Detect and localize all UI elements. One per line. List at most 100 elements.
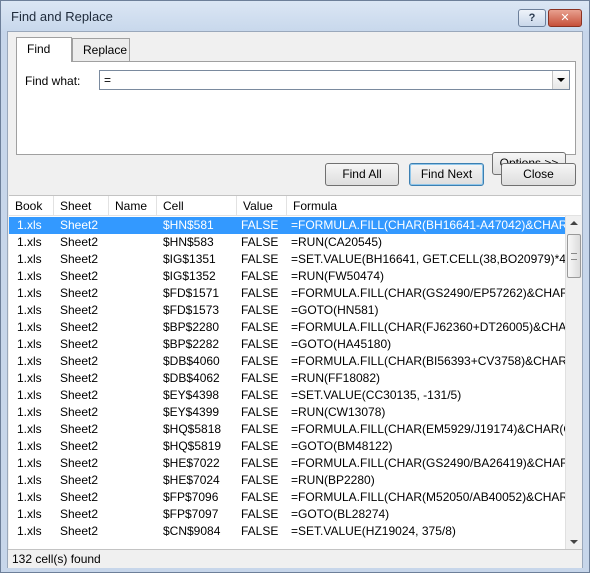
table-row[interactable]: 1.xls Sheet2 $FD$1571 FALSE =FORMULA.FILL(CH…	[9, 285, 565, 302]
window-close-button[interactable]: ✕	[548, 9, 582, 27]
table-row[interactable]: 1.xls Sheet2 $HE$7022 FALSE =FORMULA.FILL(CH…	[9, 455, 565, 472]
result-formula: =GOTO(HA45180)	[291, 337, 392, 351]
result-cell: $FP$7096	[163, 490, 219, 504]
result-name	[115, 336, 161, 353]
result-name	[115, 455, 161, 472]
table-row[interactable]: 1.xls Sheet2 $IG$1351 FALSE =SET.VALUE(BH166…	[9, 251, 565, 268]
column-header-value[interactable]: Value	[237, 196, 287, 216]
tab-find[interactable]: Find	[16, 37, 72, 62]
table-row[interactable]: 1.xls Sheet2 $EY$4399 FALSE =RUN(CW13078)	[9, 404, 565, 421]
table-row[interactable]: 1.xls Sheet2 $HE$7024 FALSE =RUN(BP2280)	[9, 472, 565, 489]
result-cell: $HQ$5818	[163, 422, 222, 436]
result-value: FALSE	[241, 252, 279, 266]
result-name	[115, 438, 161, 455]
result-value: FALSE	[241, 354, 279, 368]
table-row[interactable]: 1.xls Sheet2 $HQ$5818 FALSE =FORMULA.FILL(CH…	[9, 421, 565, 438]
result-formula: =RUN(BP2280)	[291, 473, 375, 487]
result-value: FALSE	[241, 456, 279, 470]
scroll-up-arrow-icon[interactable]	[566, 216, 582, 232]
result-formula: =FORMULA.FILL(CHAR(BH16641-A47042)&CHAR(…	[291, 218, 565, 232]
find-what-input[interactable]: =	[99, 70, 570, 90]
table-row[interactable]: 1.xls Sheet2 $DB$4062 FALSE =RUN(FF18082)	[9, 370, 565, 387]
column-header-formula[interactable]: Formula	[287, 196, 565, 216]
column-header-sheet[interactable]: Sheet	[54, 196, 109, 216]
result-formula: =FORMULA.FILL(CHAR(FJ62360+DT26005)&CHAR…	[291, 320, 565, 334]
table-row[interactable]: 1.xls Sheet2 $DB$4060 FALSE =FORMULA.FILL(CH…	[9, 353, 565, 370]
result-formula: =FORMULA.FILL(CHAR(M52050/AB40052)&CHAR(…	[291, 490, 565, 504]
table-row[interactable]: 1.xls Sheet2 $IG$1352 FALSE =RUN(FW50474)	[9, 268, 565, 285]
table-row[interactable]: 1.xls Sheet2 $FP$7096 FALSE =FORMULA.FILL(CH…	[9, 489, 565, 506]
column-header-name[interactable]: Name	[109, 196, 157, 216]
result-book: 1.xls	[17, 286, 42, 300]
result-book: 1.xls	[17, 405, 42, 419]
table-row[interactable]: 1.xls Sheet2 $HQ$5819 FALSE =GOTO(BM48122)	[9, 438, 565, 455]
column-header-book[interactable]: Book	[9, 196, 54, 216]
result-cell: $IG$1351	[163, 252, 216, 266]
result-formula: =FORMULA.FILL(CHAR(BI56393+CV3758)&CHAR(…	[291, 354, 565, 368]
result-cell: $HE$7024	[163, 473, 220, 487]
result-cell: $HN$581	[163, 218, 214, 232]
result-sheet: Sheet2	[60, 439, 99, 453]
result-value: FALSE	[241, 439, 279, 453]
result-cell: $CN$9084	[163, 524, 221, 538]
result-sheet: Sheet2	[60, 422, 99, 436]
result-cell: $BP$2282	[163, 337, 220, 351]
tab-replace[interactable]: Replace	[72, 38, 130, 61]
dialog-title: Find and Replace	[11, 9, 113, 24]
result-name	[115, 217, 161, 234]
result-formula: =GOTO(HN581)	[291, 303, 379, 317]
results-list: Book Sheet Name Cell Value Formula 1.xls…	[9, 195, 582, 550]
result-name	[115, 472, 161, 489]
result-book: 1.xls	[17, 337, 42, 351]
result-formula: =FORMULA.FILL(CHAR(GS2490/BA26419)&CHAR(…	[291, 456, 565, 470]
result-formula: =RUN(CW13078)	[291, 405, 386, 419]
result-cell: $IG$1352	[163, 269, 216, 283]
scroll-thumb[interactable]	[567, 234, 581, 278]
find-tab-panel: Find what: = Options >>	[16, 61, 576, 175]
table-row[interactable]: 1.xls Sheet2 $EY$4398 FALSE =SET.VALUE(CC301…	[9, 387, 565, 404]
table-row[interactable]: 1.xls Sheet2 $FP$7097 FALSE =GOTO(BL28274)	[9, 506, 565, 523]
result-value: FALSE	[241, 473, 279, 487]
result-cell: $HN$583	[163, 235, 214, 249]
result-value: FALSE	[241, 320, 279, 334]
result-sheet: Sheet2	[60, 473, 99, 487]
result-value: FALSE	[241, 371, 279, 385]
find-replace-dialog: Find and Replace ? ✕ Find Replace Find w…	[0, 0, 590, 573]
table-row[interactable]: 1.xls Sheet2 $BP$2280 FALSE =FORMULA.FILL(CH…	[9, 319, 565, 336]
column-header-cell[interactable]: Cell	[157, 196, 237, 216]
result-value: FALSE	[241, 269, 279, 283]
result-value: FALSE	[241, 490, 279, 504]
result-cell: $EY$4399	[163, 405, 220, 419]
find-history-dropdown-button[interactable]	[552, 71, 569, 89]
result-sheet: Sheet2	[60, 490, 99, 504]
table-row[interactable]: 1.xls Sheet2 $FD$1573 FALSE =GOTO(HN581)	[9, 302, 565, 319]
result-formula: =RUN(FF18082)	[291, 371, 381, 385]
result-formula: =FORMULA.FILL(CHAR(GS2490/EP57262)&CHAR(…	[291, 286, 565, 300]
find-next-button[interactable]: Find Next	[409, 163, 484, 186]
table-row[interactable]: 1.xls Sheet2 $CN$9084 FALSE =SET.VALUE(HZ190…	[9, 523, 565, 540]
result-cell: $HQ$5819	[163, 439, 222, 453]
scroll-down-arrow-icon[interactable]	[566, 534, 582, 550]
close-button[interactable]: Close	[501, 163, 576, 186]
result-name	[115, 268, 161, 285]
result-formula: =SET.VALUE(HZ19024, 375/8)	[291, 524, 456, 538]
table-row[interactable]: 1.xls Sheet2 $BP$2282 FALSE =GOTO(HA45180)	[9, 336, 565, 353]
result-sheet: Sheet2	[60, 371, 99, 385]
result-sheet: Sheet2	[60, 303, 99, 317]
result-cell: $EY$4398	[163, 388, 220, 402]
result-book: 1.xls	[17, 490, 42, 504]
result-value: FALSE	[241, 388, 279, 402]
dialog-body: Find Replace Find what: = Options >> Fin…	[7, 31, 583, 568]
help-button[interactable]: ?	[518, 9, 546, 27]
result-book: 1.xls	[17, 320, 42, 334]
result-value: FALSE	[241, 524, 279, 538]
result-formula: =SET.VALUE(CC30135, -131/5)	[291, 388, 462, 402]
table-row[interactable]: 1.xls Sheet2 $HN$583 FALSE =RUN(CA20545)	[9, 234, 565, 251]
find-what-label: Find what:	[25, 74, 81, 88]
result-cell: $BP$2280	[163, 320, 220, 334]
table-row[interactable]: 1.xls Sheet2 $HN$581 FALSE =FORMULA.FILL(CHA…	[9, 217, 565, 234]
results-scrollbar[interactable]	[565, 216, 582, 550]
results-rows: 1.xls Sheet2 $HN$581 FALSE =FORMULA.FILL(CHA…	[9, 217, 565, 540]
result-sheet: Sheet2	[60, 405, 99, 419]
find-all-button[interactable]: Find All	[325, 163, 399, 186]
